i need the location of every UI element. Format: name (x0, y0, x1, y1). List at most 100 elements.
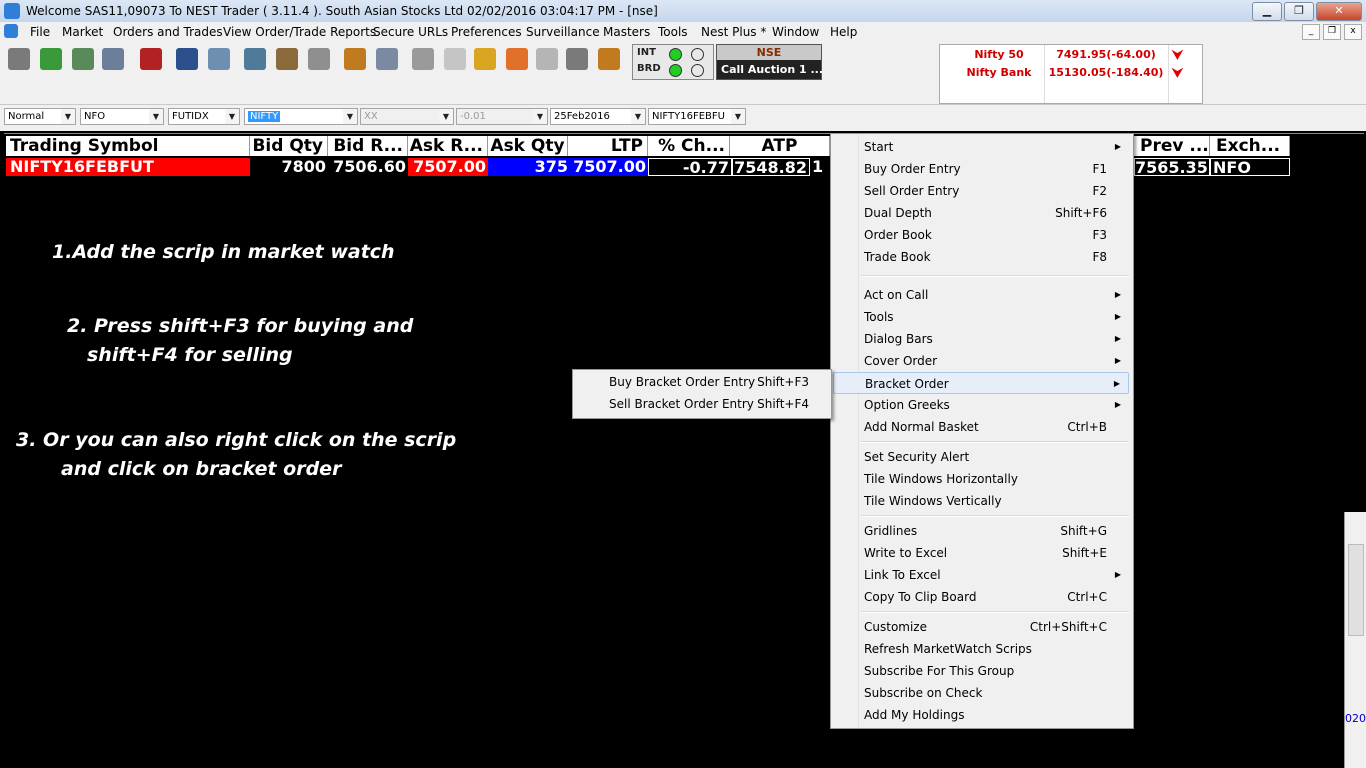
cell-pct-change: -0.77 (648, 158, 732, 176)
expiry-select[interactable]: 25Feb2016 ▼ (550, 108, 646, 125)
edit-icon[interactable] (536, 48, 558, 70)
background-window[interactable]: 020 (1344, 512, 1366, 768)
instrument-select[interactable]: FUTIDX ▼ (168, 108, 240, 125)
menu-item-sell-bracket-order[interactable]: Sell Bracket Order Entry Shift+F4 (575, 393, 827, 415)
close-button[interactable]: ✕ (1316, 2, 1362, 21)
notes-icon[interactable] (344, 48, 366, 70)
menu-item-order-book[interactable]: Order Book F3 (833, 224, 1129, 246)
menu-item-label: Sell Order Entry (864, 184, 960, 198)
menu-help[interactable]: Help (830, 25, 857, 39)
wand-icon[interactable] (598, 48, 620, 70)
symbol-select[interactable]: NIFTY ▼ (244, 108, 358, 125)
menu-file[interactable]: File (30, 25, 50, 39)
menu-item-copy-to-clipboard[interactable]: Copy To Clip Board Ctrl+C (833, 586, 1129, 608)
submenu-arrow-icon: ▶ (1114, 290, 1121, 299)
menu-item-subscribe-group[interactable]: Subscribe For This Group (833, 660, 1129, 682)
menu-item-tile-horizontally[interactable]: Tile Windows Horizontally (833, 468, 1129, 490)
index-name: Nifty 50 (974, 48, 1024, 61)
grid-icon[interactable] (208, 48, 230, 70)
index-row[interactable]: Nifty 50 7491.95(-64.00) ⮟ (940, 48, 1202, 64)
column-header-bid-rate[interactable]: Bid R... (328, 136, 408, 156)
menu-item-dual-depth[interactable]: Dual Depth Shift+F6 (833, 202, 1129, 224)
menu-item-link-to-excel[interactable]: Link To Excel ▶ (833, 564, 1129, 586)
index-row[interactable]: Nifty Bank 15130.05(-184.40) ⮟ (940, 66, 1202, 82)
menu-item-set-security-alert[interactable]: Set Security Alert (833, 446, 1129, 468)
menu-item-tools[interactable]: Tools ▶ (833, 306, 1129, 328)
menu-item-add-my-holdings[interactable]: Add My Holdings (833, 704, 1129, 726)
instruction-step-3-line-1: 3. Or you can also right click on the sc… (16, 429, 457, 451)
column-header-bid-qty[interactable]: Bid Qty (250, 136, 328, 156)
market-watch-icon[interactable] (40, 48, 62, 70)
document-icon[interactable] (412, 48, 434, 70)
index-value: 15130.05(-184.40) (1048, 66, 1164, 79)
tools-icon[interactable] (276, 48, 298, 70)
menu-item-label: Dual Depth (864, 206, 932, 220)
book-icon[interactable] (176, 48, 198, 70)
column-header-prev-close[interactable]: Prev ... (1134, 136, 1210, 156)
chevron-down-icon: ▼ (225, 109, 239, 124)
restore-button[interactable]: ❐ (1284, 2, 1314, 21)
menu-item-add-normal-basket[interactable]: Add Normal Basket Ctrl+B (833, 416, 1129, 438)
menu-item-dialog-bars[interactable]: Dialog Bars ▶ (833, 328, 1129, 350)
menu-surveillance[interactable]: Surveillance (526, 25, 600, 39)
calculator-icon[interactable] (566, 48, 588, 70)
menu-item-tile-vertically[interactable]: Tile Windows Vertically (833, 490, 1129, 512)
menu-item-customize[interactable]: Customize Ctrl+Shift+C (833, 616, 1129, 638)
order-type-select[interactable]: Normal ▼ (4, 108, 76, 125)
menu-item-label: Tile Windows Horizontally (864, 472, 1018, 486)
menu-item-trade-book[interactable]: Trade Book F8 (833, 246, 1129, 268)
menu-item-cover-order[interactable]: Cover Order ▶ (833, 350, 1129, 372)
menu-masters[interactable]: Masters (603, 25, 650, 39)
connect-icon[interactable] (8, 48, 30, 70)
menu-item-subscribe-on-check[interactable]: Subscribe on Check (833, 682, 1129, 704)
menu-item-start[interactable]: Start ▶ (833, 136, 1129, 158)
menu-item-gridlines[interactable]: Gridlines Shift+G (833, 520, 1129, 542)
menu-orders-and-trades[interactable]: Orders and Trades (113, 25, 223, 39)
column-header-ask-rate[interactable]: Ask R... (408, 136, 488, 156)
order-check-icon[interactable] (140, 48, 162, 70)
report-icon[interactable] (376, 48, 398, 70)
symbol-value: NIFTY (248, 111, 281, 122)
menu-market[interactable]: Market (62, 25, 103, 39)
menu-item-label: Add Normal Basket (864, 420, 979, 434)
menu-item-bracket-order[interactable]: Bracket Order ▶ (833, 372, 1129, 394)
exchange-select[interactable]: NFO ▼ (80, 108, 164, 125)
chart-icon[interactable] (244, 48, 266, 70)
column-header-atp[interactable]: ATP (730, 136, 830, 156)
menu-item-option-greeks[interactable]: Option Greeks ▶ (833, 394, 1129, 416)
mdi-minimize-button[interactable]: _ (1302, 24, 1320, 40)
menu-secure-urls[interactable]: Secure URLs (373, 25, 448, 39)
strike-select[interactable]: -0.01 ▼ (456, 108, 548, 125)
menu-item-write-to-excel[interactable]: Write to Excel Shift+E (833, 542, 1129, 564)
menu-view-reports[interactable]: View Order/Trade Reports (223, 25, 376, 39)
blank-icon[interactable] (444, 48, 466, 70)
mdi-restore-button[interactable]: ❐ (1323, 24, 1341, 40)
menu-item-buy-bracket-order[interactable]: Buy Bracket Order Entry Shift+F3 (575, 371, 827, 393)
scrollbar[interactable] (1348, 544, 1364, 636)
menu-window[interactable]: Window (772, 25, 819, 39)
submenu-arrow-icon: ▶ (1114, 312, 1121, 321)
add-watch-icon[interactable] (72, 48, 94, 70)
contract-select[interactable]: NIFTY16FEBFU ▼ (648, 108, 746, 125)
menu-item-refresh-scrips[interactable]: Refresh MarketWatch Scrips (833, 638, 1129, 660)
column-header-ask-qty[interactable]: Ask Qty (488, 136, 568, 156)
option-type-select[interactable]: XX ▼ (360, 108, 454, 125)
cubes-icon[interactable] (474, 48, 496, 70)
menu-nest-plus[interactable]: Nest Plus * (701, 25, 766, 39)
menu-preferences[interactable]: Preferences (451, 25, 522, 39)
menu-item-buy-order-entry[interactable]: Buy Order Entry F1 (833, 158, 1129, 180)
column-header-exchange[interactable]: Exch... (1210, 136, 1290, 156)
menu-item-sell-order-entry[interactable]: Sell Order Entry F2 (833, 180, 1129, 202)
monitor-icon[interactable] (102, 48, 124, 70)
column-header-ltp[interactable]: LTP (568, 136, 648, 156)
settings-icon[interactable] (308, 48, 330, 70)
minimize-button[interactable]: ▁ (1252, 2, 1282, 21)
chevron-down-icon: ▼ (149, 109, 163, 124)
menu-item-act-on-call[interactable]: Act on Call ▶ (833, 284, 1129, 306)
column-header-pct-change[interactable]: % Ch... (648, 136, 730, 156)
refresh-icon[interactable] (506, 48, 528, 70)
column-header-trading-symbol[interactable]: Trading Symbol (6, 136, 250, 156)
mdi-close-button[interactable]: x (1344, 24, 1362, 40)
menu-tools[interactable]: Tools (658, 25, 688, 39)
down-arrow-icon: ⮟ (1172, 66, 1184, 81)
